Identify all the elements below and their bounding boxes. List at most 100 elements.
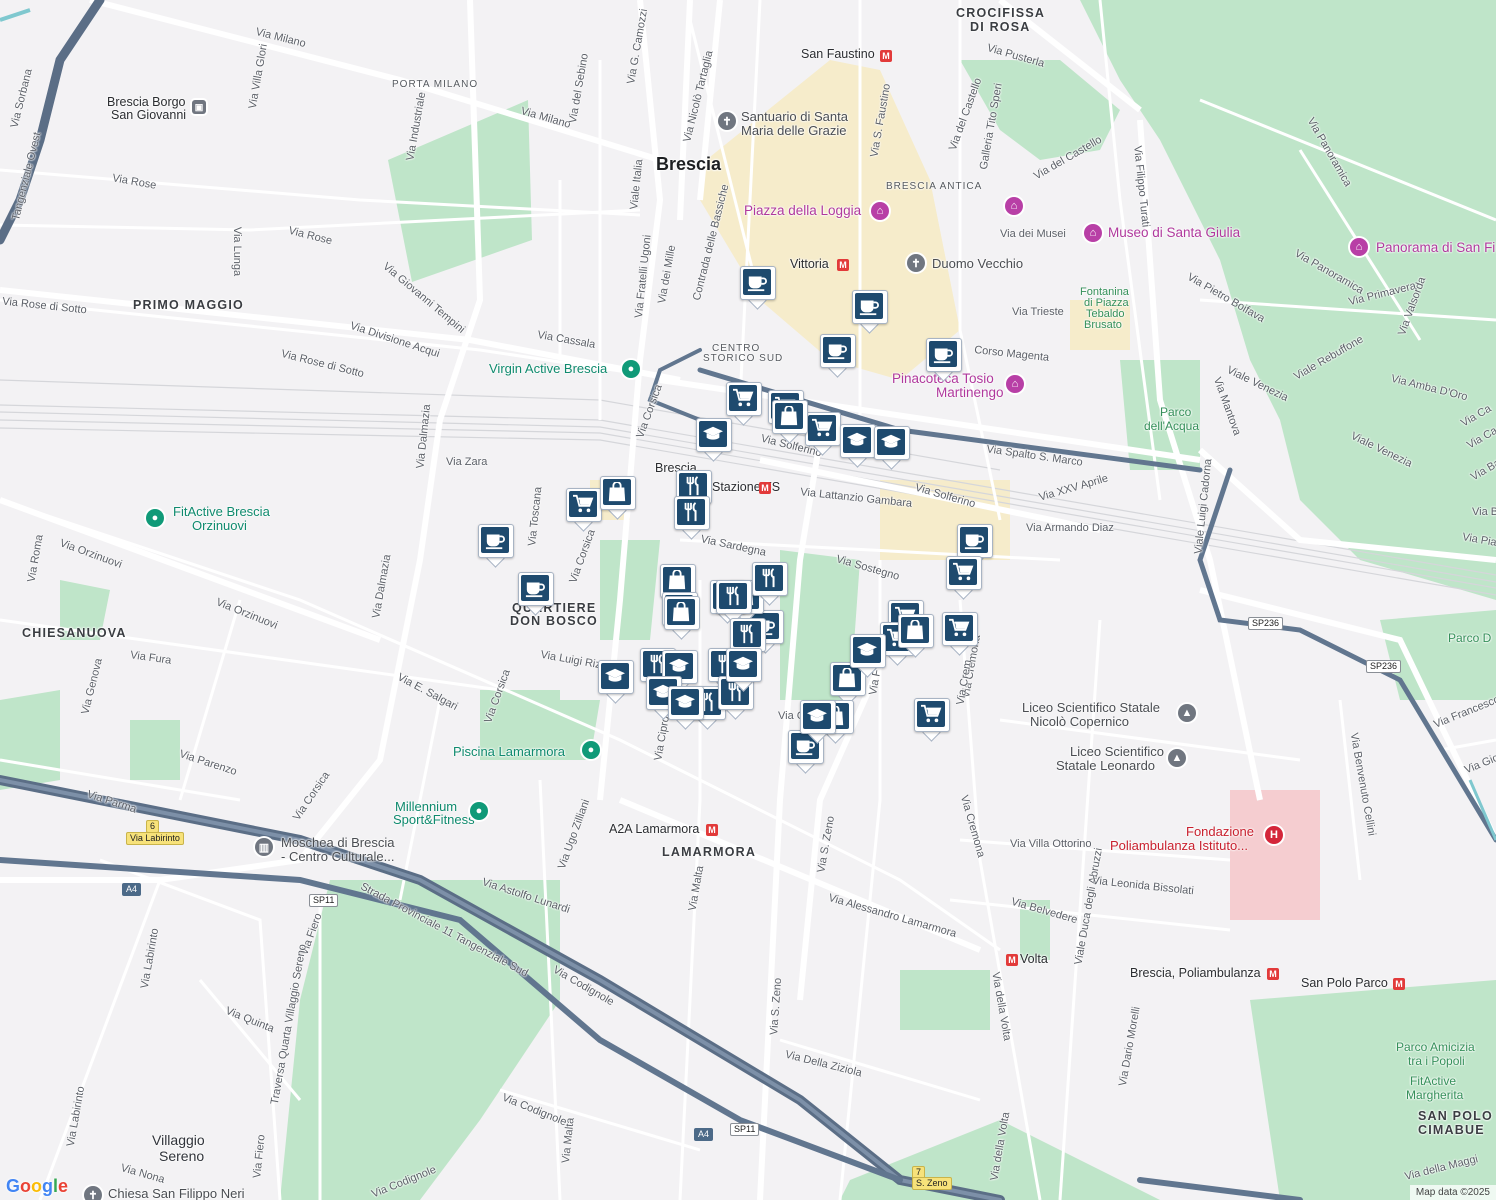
gym-icon[interactable]: ● bbox=[582, 741, 600, 759]
museum-icon[interactable]: ⌂ bbox=[1084, 224, 1102, 242]
church-icon[interactable]: ✝ bbox=[84, 1186, 102, 1200]
poi-label[interactable]: Liceo Scientifico bbox=[1070, 745, 1164, 758]
cart-marker[interactable] bbox=[946, 556, 982, 600]
poi-label[interactable]: Parco D bbox=[1448, 632, 1491, 645]
cart-marker[interactable] bbox=[914, 698, 950, 742]
cart-marker[interactable] bbox=[566, 488, 602, 532]
poi-label[interactable]: FitActive bbox=[1410, 1075, 1456, 1088]
coffee-marker[interactable] bbox=[740, 266, 776, 310]
cart-marker[interactable] bbox=[942, 612, 978, 656]
poi-label[interactable]: Museo di Santa Giulia bbox=[1108, 226, 1240, 240]
shopping-bag-icon bbox=[667, 599, 695, 625]
school-icon[interactable]: ▲ bbox=[1168, 749, 1186, 767]
metro-icon[interactable]: M bbox=[759, 482, 771, 494]
poi-label[interactable]: Parco bbox=[1160, 406, 1191, 419]
transit-label[interactable]: San Giovanni bbox=[111, 109, 186, 122]
poi-label[interactable]: Maria delle Grazie bbox=[741, 124, 847, 137]
cap-marker[interactable] bbox=[840, 424, 876, 468]
museum-icon[interactable]: ⌂ bbox=[1350, 238, 1368, 256]
metro-icon[interactable]: M bbox=[837, 259, 849, 271]
road-shield: SP236 bbox=[1366, 660, 1402, 673]
poi-label[interactable]: Sport&Fitness bbox=[393, 813, 475, 826]
fork-marker[interactable] bbox=[674, 496, 710, 540]
fork-marker[interactable] bbox=[752, 562, 788, 606]
gym-icon[interactable]: ● bbox=[470, 802, 488, 820]
city-label: Brescia bbox=[656, 154, 722, 174]
restaurant-icon bbox=[755, 565, 783, 591]
cap-marker[interactable] bbox=[668, 686, 704, 730]
bag-marker[interactable] bbox=[772, 400, 808, 444]
transit-label[interactable]: San Faustino bbox=[801, 48, 875, 61]
poi-label[interactable]: Liceo Scientifico Statale bbox=[1022, 701, 1160, 714]
cap-marker[interactable] bbox=[850, 634, 886, 678]
poi-label[interactable]: dell'Acqua bbox=[1144, 420, 1199, 433]
cart-marker[interactable] bbox=[805, 412, 841, 456]
cap-marker[interactable] bbox=[598, 660, 634, 704]
coffee-marker[interactable] bbox=[852, 290, 888, 334]
church-icon[interactable]: ✝ bbox=[718, 112, 736, 130]
poi-label[interactable]: Margherita bbox=[1406, 1089, 1463, 1102]
poi-label[interactable]: Piazza della Loggia bbox=[744, 204, 861, 218]
museum-icon[interactable]: ⌂ bbox=[871, 202, 889, 220]
coffee-icon bbox=[929, 341, 957, 367]
district-label: CROCIFISSA bbox=[956, 6, 1046, 20]
museum-icon[interactable]: ⌂ bbox=[1006, 375, 1024, 393]
coffee-marker[interactable] bbox=[820, 334, 856, 378]
museum-icon[interactable]: ⌂ bbox=[1005, 197, 1023, 215]
restaurant-icon bbox=[733, 621, 761, 647]
poi-label[interactable]: Moschea di Brescia bbox=[281, 836, 394, 849]
poi-label[interactable]: Santuario di Santa bbox=[741, 110, 848, 123]
poi-label[interactable]: Martinengo bbox=[936, 386, 1004, 400]
train-icon[interactable]: ▣ bbox=[192, 100, 206, 114]
transit-label[interactable]: San Polo Parco bbox=[1301, 977, 1388, 990]
map-canvas[interactable]: Brescia PRIMO MAGGIO CHIESANUOVA QUARTIE… bbox=[0, 0, 1496, 1200]
cart-marker[interactable] bbox=[726, 382, 762, 426]
metro-icon[interactable]: M bbox=[706, 824, 718, 836]
poi-label[interactable]: Poliambulanza Istituto... bbox=[1110, 839, 1248, 852]
poi-label[interactable]: Chiesa San Filippo Neri bbox=[108, 1187, 245, 1200]
hospital-icon[interactable]: H bbox=[1265, 826, 1283, 844]
gym-icon[interactable]: ● bbox=[622, 360, 640, 378]
fork-marker[interactable] bbox=[716, 580, 752, 624]
poi-label[interactable]: Brusato bbox=[1084, 319, 1122, 332]
gym-icon[interactable]: ● bbox=[146, 509, 164, 527]
district-label: PORTA MILANO bbox=[392, 79, 479, 90]
cap-marker[interactable] bbox=[874, 426, 910, 470]
transit-label[interactable]: Vittoria bbox=[790, 258, 829, 271]
street-label: Via Zara bbox=[446, 456, 488, 468]
bag-marker[interactable] bbox=[664, 596, 700, 640]
poi-label[interactable]: FitActive Brescia bbox=[173, 505, 270, 518]
map-attribution[interactable]: Map data ©2025 bbox=[1409, 1185, 1496, 1200]
poi-label[interactable]: tra i Popoli bbox=[1408, 1055, 1465, 1068]
coffee-marker[interactable] bbox=[518, 572, 554, 616]
coffee-marker[interactable] bbox=[926, 338, 962, 382]
poi-label[interactable]: Fondazione bbox=[1186, 825, 1254, 838]
cap-marker[interactable] bbox=[726, 648, 762, 692]
metro-icon[interactable]: M bbox=[1267, 968, 1279, 980]
metro-icon[interactable]: M bbox=[880, 50, 892, 62]
poi-label[interactable]: Panorama di San Fi bbox=[1376, 241, 1495, 255]
road-shield: S. Zeno bbox=[912, 1177, 952, 1190]
transit-label[interactable]: A2A Lamarmora bbox=[609, 823, 699, 836]
poi-label[interactable]: Orzinuovi bbox=[192, 519, 247, 532]
bag-marker[interactable] bbox=[898, 614, 934, 658]
shopping-bag-icon bbox=[775, 403, 803, 429]
school-icon[interactable]: ▲ bbox=[1178, 704, 1196, 722]
cap-marker[interactable] bbox=[696, 418, 732, 462]
poi-label[interactable]: Piscina Lamarmora bbox=[453, 745, 565, 758]
mosque-icon[interactable]: ▥ bbox=[255, 838, 273, 856]
metro-icon[interactable]: M bbox=[1006, 954, 1018, 966]
poi-label[interactable]: Virgin Active Brescia bbox=[489, 362, 607, 375]
poi-label[interactable]: Statale Leonardo bbox=[1056, 759, 1155, 772]
poi-label[interactable]: Nicolò Copernico bbox=[1030, 715, 1129, 728]
transit-label[interactable]: Brescia, Poliambulanza bbox=[1130, 967, 1261, 980]
metro-icon[interactable]: M bbox=[1393, 978, 1405, 990]
poi-label[interactable]: Parco Amicizia bbox=[1396, 1041, 1475, 1054]
bag-marker[interactable] bbox=[600, 476, 636, 520]
church-icon[interactable]: ✝ bbox=[907, 254, 925, 272]
coffee-marker[interactable] bbox=[478, 524, 514, 568]
poi-label[interactable]: Duomo Vecchio bbox=[932, 257, 1023, 270]
poi-label[interactable]: - Centro Culturale... bbox=[281, 850, 394, 863]
cap-marker[interactable] bbox=[800, 700, 836, 744]
transit-label[interactable]: Volta bbox=[1020, 953, 1048, 966]
